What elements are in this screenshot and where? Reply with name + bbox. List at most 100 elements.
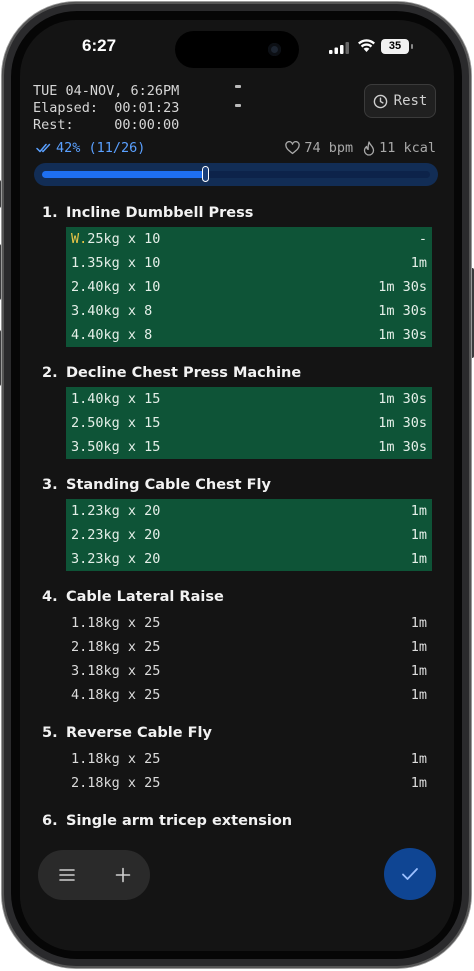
set-row[interactable]: 3. 18kg x 25 1m: [66, 659, 432, 683]
set-rest-time: 1m 30s: [378, 279, 427, 295]
set-weight-reps: 40kg x 8: [87, 327, 153, 343]
exercise-name: Reverse Cable Fly: [66, 725, 212, 741]
vitals: 74 bpm 11 kcal: [285, 140, 436, 156]
set-list: 1. 23kg x 20 1m 2. 23kg x 20 1m 3. 23kg x 20…: [66, 499, 432, 571]
set-weight-reps: 50kg x 15: [87, 439, 161, 455]
set-index: 1.: [71, 391, 88, 407]
progress-text: 42% (11/26): [56, 140, 146, 156]
calories: 11 kcal: [379, 140, 436, 156]
set-weight-reps: 25kg x 10: [87, 231, 161, 247]
set-index: W.: [71, 231, 88, 247]
wifi-icon: [358, 39, 375, 52]
exercise-name: Cable Lateral Raise: [66, 589, 224, 605]
set-row[interactable]: 2. 18kg x 25 1m: [66, 635, 432, 659]
set-rest-time: 1m: [410, 527, 427, 543]
warmup-set-row[interactable]: W. 25kg x 10 -: [66, 227, 432, 251]
set-index: 2.: [71, 639, 88, 655]
set-weight-reps: 18kg x 25: [87, 639, 161, 655]
elapsed-row: Elapsed: 00:01:23: [33, 100, 179, 117]
set-rest-time: 1m: [410, 551, 427, 567]
set-rest-time: 1m: [410, 687, 427, 703]
set-row[interactable]: 4. 18kg x 25 1m: [66, 683, 432, 707]
set-rest-time: 1m 30s: [378, 439, 427, 455]
exercise-block: 3. Standing Cable Chest Fly 1. 23kg x 20 1m…: [42, 477, 432, 571]
app-screen: 6:27 35 TUE 04-NOV, 6:26PM Elapsed: 00:01…: [20, 20, 454, 951]
exercise-title[interactable]: 5. Reverse Cable Fly: [42, 725, 432, 747]
set-row[interactable]: 1. 23kg x 20 1m: [66, 499, 432, 523]
battery-icon: 35: [381, 39, 409, 54]
set-index: 1.: [71, 503, 88, 519]
elapsed-label: Elapsed:: [33, 100, 99, 116]
flame-icon: [363, 140, 375, 156]
set-weight-reps: 40kg x 15: [87, 391, 161, 407]
set-weight-reps: 40kg x 8: [87, 303, 153, 319]
plus-icon[interactable]: [114, 866, 132, 884]
rest-row: Rest: 00:00:00: [33, 117, 179, 134]
set-list: 1. 18kg x 25 1m 2. 18kg x 25 1m 3. 18kg x 25…: [66, 611, 432, 707]
set-row[interactable]: 2. 23kg x 20 1m: [66, 523, 432, 547]
hamburger-icon[interactable]: [57, 867, 77, 883]
check-icon: [402, 868, 418, 880]
set-rest-time: 1m 30s: [378, 415, 427, 431]
progress-thumb[interactable]: [201, 166, 209, 182]
set-index: 3.: [71, 439, 88, 455]
set-row[interactable]: 1. 40kg x 15 1m 30s: [66, 387, 432, 411]
set-row[interactable]: 1. 18kg x 25 1m: [66, 611, 432, 635]
set-rest-time: 1m: [410, 615, 427, 631]
set-row[interactable]: 1. 35kg x 10 1m: [66, 251, 432, 275]
set-weight-reps: 50kg x 15: [87, 415, 161, 431]
exercise-name: Decline Chest Press Machine: [66, 365, 302, 381]
sheet-grabber[interactable]: [235, 73, 255, 107]
set-weight-reps: 18kg x 25: [87, 775, 161, 791]
exercise-block: 1. Incline Dumbbell Press W. 25kg x 10 - 1. …: [42, 205, 432, 347]
set-rest-time: 1m: [410, 663, 427, 679]
exercise-title[interactable]: 1. Incline Dumbbell Press: [42, 205, 432, 227]
progress-bar[interactable]: [34, 163, 438, 186]
set-index: 1.: [71, 751, 88, 767]
cellular-signal-icon: [329, 42, 349, 54]
set-weight-reps: 23kg x 20: [87, 527, 161, 543]
exercise-number: 3.: [42, 477, 58, 493]
battery-tip: [411, 44, 413, 49]
set-weight-reps: 40kg x 10: [87, 279, 161, 295]
exercise-name: Incline Dumbbell Press: [66, 205, 254, 221]
rest-button[interactable]: Rest: [364, 84, 436, 118]
set-row[interactable]: 3. 40kg x 8 1m 30s: [66, 299, 432, 323]
set-index: 4.: [71, 687, 88, 703]
set-list: 1. 40kg x 15 1m 30s 2. 50kg x 15 1m 30s 3. 5…: [66, 387, 432, 459]
set-row[interactable]: 2. 50kg x 15 1m 30s: [66, 411, 432, 435]
bottom-action-pill: [38, 850, 150, 900]
set-weight-reps: 35kg x 10: [87, 255, 161, 271]
set-weight-reps: 18kg x 25: [87, 687, 161, 703]
set-index: 3.: [71, 551, 88, 567]
status-bar: 6:27 35: [20, 20, 454, 78]
set-rest-time: 1m: [410, 503, 427, 519]
set-row[interactable]: 2. 40kg x 10 1m 30s: [66, 275, 432, 299]
set-row[interactable]: 3. 23kg x 20 1m: [66, 547, 432, 571]
heart-icon: [285, 141, 301, 155]
exercise-number: 4.: [42, 589, 58, 605]
set-row[interactable]: 3. 50kg x 15 1m 30s: [66, 435, 432, 459]
set-rest-time: 1m: [410, 255, 427, 271]
set-row[interactable]: 4. 40kg x 8 1m 30s: [66, 323, 432, 347]
exercise-title[interactable]: 3. Standing Cable Chest Fly: [42, 477, 432, 499]
exercise-block: 4. Cable Lateral Raise 1. 18kg x 25 1m 2. 18…: [42, 589, 432, 707]
set-index: 1.: [71, 615, 88, 631]
set-index: 2.: [71, 775, 88, 791]
exercise-number: 1.: [42, 205, 58, 221]
exercise-title[interactable]: 4. Cable Lateral Raise: [42, 589, 432, 611]
workout-header: TUE 04-NOV, 6:26PM Elapsed: 00:01:23 Rest:…: [33, 83, 179, 134]
workout-date: TUE 04-NOV, 6:26PM: [33, 83, 180, 99]
set-index: 2.: [71, 415, 88, 431]
exercise-number: 2.: [42, 365, 58, 381]
set-weight-reps: 23kg x 20: [87, 503, 161, 519]
finish-workout-button[interactable]: [384, 848, 436, 900]
set-row[interactable]: 1. 18kg x 25 1m: [66, 747, 432, 771]
exercise-block: 2. Decline Chest Press Machine 1. 40kg x 1…: [42, 365, 432, 459]
set-weight-reps: 23kg x 20: [87, 551, 161, 567]
set-row[interactable]: 2. 18kg x 25 1m: [66, 771, 432, 795]
set-rest-time: 1m 30s: [378, 391, 427, 407]
clock-icon: [373, 94, 387, 108]
exercise-title[interactable]: 2. Decline Chest Press Machine: [42, 365, 432, 387]
heart-rate: 74 bpm: [304, 140, 354, 156]
